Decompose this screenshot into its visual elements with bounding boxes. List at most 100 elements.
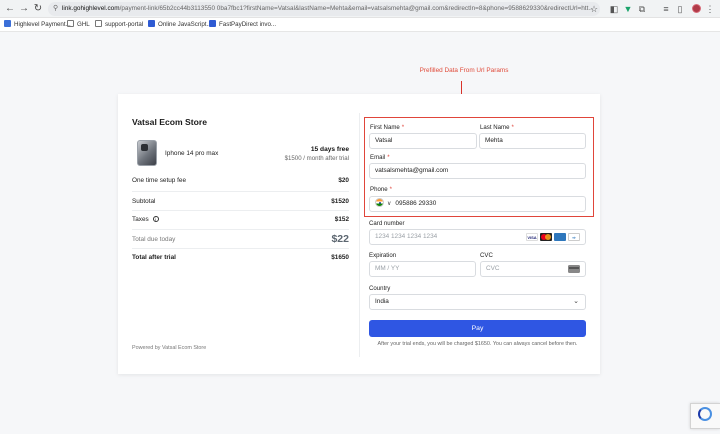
- bookmark-label: support-portal: [105, 21, 144, 28]
- subtotal-value: $1520: [331, 198, 349, 205]
- card-number-input[interactable]: 1234 1234 1234 1234 VISA ⇨: [369, 229, 586, 245]
- cvc-label: CVC: [480, 252, 493, 259]
- js-icon: [148, 20, 155, 27]
- phone-label-text: Phone: [370, 186, 388, 193]
- reload-icon[interactable]: ↻: [32, 3, 44, 15]
- trial-note: After your trial ends, you will be charg…: [377, 341, 578, 347]
- first-name-label: First Name *: [370, 124, 404, 131]
- forward-arrow-icon[interactable]: →: [18, 3, 30, 15]
- product-name: Iphone 14 pro max: [165, 150, 219, 157]
- address-bar[interactable]: ⚲ link.gohighlevel.com/payment-link/65b2…: [48, 2, 600, 16]
- media-control-icon[interactable]: ≡: [660, 3, 672, 15]
- email-field[interactable]: vatsalsmehta@gmail.com: [369, 163, 586, 179]
- total-after-label: Total after trial: [132, 254, 176, 261]
- product-image: [137, 140, 157, 166]
- first-name-field[interactable]: Vatsal: [369, 133, 477, 149]
- profile-avatar[interactable]: [692, 4, 701, 13]
- required-mark: *: [387, 154, 390, 161]
- chevron-down-icon[interactable]: ∨: [387, 197, 391, 211]
- bookmark-label: Highlevel Payment...: [14, 21, 71, 28]
- subtotal-row: Subtotal $1520: [132, 198, 349, 208]
- taxes-label-wrap: Taxes i: [132, 216, 159, 223]
- first-name-label-text: First Name: [370, 124, 400, 131]
- folder-icon: [95, 20, 102, 27]
- email-label: Email *: [370, 154, 390, 161]
- cvc-placeholder: CVC: [486, 265, 500, 272]
- trial-title: 15 days free: [310, 146, 349, 153]
- phone-value: 095886 29330: [395, 200, 437, 207]
- column-divider: [359, 113, 360, 357]
- subtotal-label: Subtotal: [132, 198, 156, 205]
- bookmark-item[interactable]: GHL: [67, 20, 90, 30]
- divider: [132, 191, 349, 192]
- india-flag-icon[interactable]: [375, 198, 384, 207]
- menu-kebab-icon[interactable]: ⋮: [704, 3, 716, 15]
- required-mark: *: [401, 124, 405, 131]
- bookmarks-bar: Highlevel Payment... GHL support-portal …: [0, 18, 720, 32]
- country-select[interactable]: India ⌄: [369, 294, 586, 310]
- total-after-value: $1650: [331, 254, 349, 261]
- extension-icon[interactable]: ◧: [608, 3, 620, 15]
- recaptcha-logo-icon: [698, 407, 712, 421]
- url-host: link.gohighlevel.com: [62, 5, 120, 12]
- country-label: Country: [369, 285, 391, 292]
- divider: [132, 248, 349, 249]
- email-label-text: Email: [370, 154, 386, 161]
- doc-icon: [209, 20, 216, 27]
- setup-fee-row: One time setup fee $20: [132, 177, 349, 187]
- bookmark-label: FastPayDirect invo...: [219, 21, 277, 28]
- divider: [132, 229, 349, 230]
- trial-subtitle: $1500 / month after trial: [284, 155, 349, 162]
- card-more-icon: ⇨: [568, 233, 580, 241]
- total-due-value: $22: [331, 233, 349, 245]
- total-after-row: Total after trial $1650: [132, 254, 349, 264]
- recaptcha-badge[interactable]: [690, 403, 720, 429]
- mastercard-icon: [540, 233, 552, 241]
- chevron-down-icon: ⌄: [573, 298, 579, 305]
- required-mark: *: [389, 186, 392, 193]
- taxes-label: Taxes: [132, 216, 149, 223]
- bookmark-item[interactable]: FastPayDirect invo...: [209, 20, 276, 30]
- last-name-field[interactable]: Mehta: [479, 133, 586, 149]
- bookmark-label: GHL: [77, 21, 90, 28]
- setup-fee-value: $20: [338, 177, 349, 184]
- required-mark: *: [511, 124, 514, 131]
- extension-vpn-icon[interactable]: ▼: [622, 3, 634, 15]
- card-number-placeholder: 1234 1234 1234 1234: [375, 233, 438, 240]
- bookmark-item[interactable]: Online JavaScript...: [148, 20, 212, 30]
- amex-icon: [554, 233, 566, 241]
- info-icon[interactable]: i: [152, 216, 159, 222]
- total-due-row: Total due today $22: [132, 233, 349, 246]
- store-title: Vatsal Ecom Store: [132, 117, 207, 127]
- bookmark-star-icon[interactable]: ☆: [588, 3, 600, 15]
- back-arrow-icon[interactable]: ←: [4, 3, 16, 15]
- cvc-input[interactable]: CVC: [480, 261, 586, 277]
- browser-toolbar: ← → ↻ ⚲ link.gohighlevel.com/payment-lin…: [0, 0, 720, 18]
- doc-icon: [4, 20, 11, 27]
- cvc-card-icon: [568, 265, 580, 273]
- bookmark-item[interactable]: Highlevel Payment...: [4, 20, 71, 30]
- extensions-puzzle-icon[interactable]: ⧉: [636, 3, 648, 15]
- divider: [132, 210, 349, 211]
- camera-module: [141, 144, 148, 151]
- last-name-label: Last Name *: [480, 124, 514, 131]
- bookmark-item[interactable]: support-portal: [95, 20, 143, 30]
- card-number-label: Card number: [369, 220, 405, 227]
- taxes-row: Taxes i $152: [132, 216, 349, 226]
- bookmark-label: Online JavaScript...: [158, 21, 212, 28]
- phone-label: Phone *: [370, 186, 392, 193]
- setup-fee-label: One time setup fee: [132, 177, 186, 184]
- card-brands: VISA ⇨: [524, 233, 580, 241]
- annotation-label: Prefilled Data From Url Params: [419, 67, 509, 74]
- site-info-icon[interactable]: ⚲: [53, 2, 58, 16]
- last-name-label-text: Last Name: [480, 124, 510, 131]
- url-path: /payment-link/65b2cc44b3113550 0ba7fbc1?…: [119, 5, 594, 12]
- visa-icon: VISA: [526, 233, 538, 241]
- expiration-input[interactable]: MM / YY: [369, 261, 476, 277]
- phone-field[interactable]: ∨ 095886 29330: [369, 196, 586, 212]
- sidebar-toggle-icon[interactable]: ▯: [674, 3, 686, 15]
- taxes-value: $152: [334, 216, 349, 223]
- total-due-label: Total due today: [132, 236, 176, 243]
- powered-by-text: Powered by Vatsal Ecom Store: [132, 345, 207, 351]
- pay-button[interactable]: Pay: [369, 320, 586, 337]
